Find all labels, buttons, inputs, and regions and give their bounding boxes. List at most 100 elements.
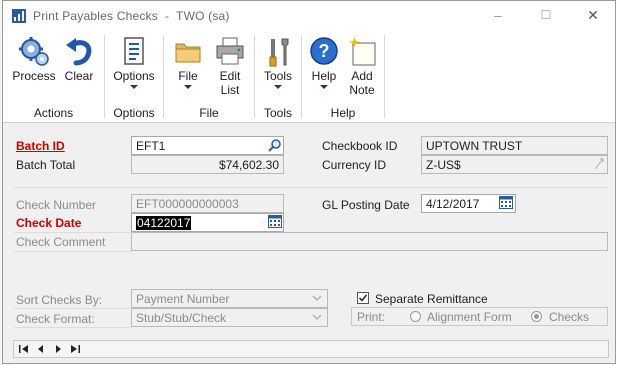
currency-id-field: Z-US$ (421, 155, 608, 174)
row-divider (14, 251, 132, 252)
print-payables-checks-window: Print Payables Checks - TWO (sa) – ☐ ✕ P… (2, 0, 616, 364)
checkbook-id-label: Checkbook ID (322, 139, 398, 153)
batch-id-value: EFT1 (136, 139, 166, 153)
sort-checks-by-label: Sort Checks By: (16, 293, 103, 307)
batch-total-value: $74,602.30 (218, 158, 279, 172)
next-record-icon[interactable] (52, 344, 64, 354)
options-group-label: Options (113, 106, 155, 120)
maximize-button[interactable]: ☐ (538, 7, 554, 23)
checkmark-icon (358, 294, 368, 302)
edit-list-button[interactable]: Edit List (212, 35, 248, 97)
help-dropdown-caret-icon (320, 85, 328, 89)
check-format-select[interactable]: Stub/Stub/Check (131, 308, 328, 327)
options-button[interactable]: Options (109, 35, 159, 89)
calendar-icon[interactable] (499, 196, 513, 209)
options-dropdown-caret-icon (130, 85, 138, 89)
process-label: Process (12, 69, 56, 83)
minimize-button[interactable]: – (490, 7, 506, 23)
file-group-label: File (199, 106, 219, 120)
ribbon-group-options: Options Options (105, 31, 163, 122)
ribbon-toolbar: Process Clear Actions Options Options Fi… (3, 31, 615, 123)
tools-button[interactable]: Tools (260, 35, 296, 89)
svg-text:?: ? (319, 41, 330, 61)
batch-id-label[interactable]: Batch ID (16, 139, 65, 153)
close-button[interactable]: ✕ (585, 7, 601, 23)
calendar-icon[interactable] (268, 215, 282, 228)
process-button[interactable]: Process (11, 35, 57, 83)
title-bar: Print Payables Checks - TWO (sa) – ☐ ✕ (3, 1, 615, 31)
check-number-value: EFT000000000003 (136, 197, 239, 211)
first-record-icon[interactable] (18, 344, 30, 354)
app-chart-icon (12, 9, 26, 23)
checkbook-id-value: UPTOWN TRUST (426, 139, 523, 153)
sort-checks-by-select[interactable]: Payment Number (131, 289, 328, 308)
check-comment-label: Check Comment (16, 235, 106, 249)
record-navigation-bar (13, 340, 609, 358)
tools-dropdown-caret-icon (274, 85, 282, 89)
actions-group-label: Actions (33, 106, 74, 120)
help-label: Help (311, 69, 337, 83)
ribbon-group-file: File Edit List File (164, 31, 254, 122)
check-date-field[interactable]: 04122017 (131, 213, 284, 232)
note-icon (349, 37, 376, 66)
row-divider (14, 232, 132, 233)
check-comment-field[interactable] (131, 232, 608, 251)
check-number-field: EFT000000000003 (131, 194, 284, 213)
gl-posting-date-label: GL Posting Date (322, 198, 410, 212)
chevron-down-icon (312, 314, 322, 320)
currency-id-value: Z-US$ (426, 158, 461, 172)
help-icon: ? (310, 37, 338, 65)
ribbon-separator (384, 35, 385, 118)
ribbon-group-help: ? Help Add Note Help (302, 31, 384, 122)
alignment-form-label: Alignment Form (427, 310, 512, 324)
undo-arrow-icon (66, 38, 92, 66)
checkbook-id-field: UPTOWN TRUST (421, 136, 608, 155)
tools-group-label: Tools (263, 106, 292, 120)
checks-label: Checks (549, 310, 590, 324)
check-number-label: Check Number (16, 198, 97, 212)
help-group-label: Help (330, 106, 356, 120)
ribbon-group-tools: Tools Tools (255, 31, 301, 122)
gears-icon (19, 37, 49, 66)
tools-icon (269, 38, 289, 67)
row-divider (14, 308, 132, 309)
previous-record-icon[interactable] (35, 344, 47, 354)
add-note-button[interactable]: Add Note (344, 35, 380, 97)
add-note-label: Add Note (349, 69, 375, 97)
help-button[interactable]: ? Help (306, 35, 342, 89)
edit-list-label: Edit List (219, 69, 241, 97)
batch-total-field: $74,602.30 (131, 155, 284, 174)
clear-button[interactable]: Clear (61, 35, 97, 83)
checks-radio[interactable] (531, 311, 542, 322)
chevron-down-icon (312, 295, 322, 301)
options-label: Options (113, 69, 155, 83)
check-format-value: Stub/Stub/Check (136, 311, 227, 325)
ribbon-group-actions: Process Clear Actions (3, 31, 104, 122)
section-divider (14, 187, 608, 188)
separate-remittance-label: Separate Remittance (375, 292, 488, 306)
last-record-icon[interactable] (69, 344, 81, 354)
check-date-value: 04122017 (136, 216, 192, 230)
check-date-label: Check Date (16, 216, 82, 230)
folder-icon (175, 43, 201, 63)
alignment-form-radio[interactable] (410, 311, 421, 322)
row-divider (14, 327, 132, 328)
window-title: Print Payables Checks - TWO (sa) (33, 9, 230, 23)
check-format-label: Check Format: (16, 312, 95, 326)
document-list-icon (124, 37, 144, 65)
file-button[interactable]: File (170, 35, 206, 89)
currency-id-label: Currency ID (322, 158, 387, 172)
file-dropdown-caret-icon (184, 85, 192, 89)
file-label: File (178, 69, 198, 83)
batch-total-label: Batch Total (16, 158, 76, 172)
currency-expand-icon[interactable] (592, 157, 606, 171)
clear-label: Clear (64, 69, 94, 83)
tools-label: Tools (263, 69, 292, 83)
print-label: Print: (357, 310, 386, 324)
separate-remittance-checkbox[interactable] (357, 292, 369, 304)
sort-checks-by-value: Payment Number (136, 292, 230, 306)
batch-id-field[interactable]: EFT1 (131, 136, 284, 155)
printer-icon (216, 37, 244, 65)
gl-posting-date-value: 4/12/2017 (426, 197, 480, 211)
lookup-magnifier-icon[interactable] (268, 138, 282, 152)
